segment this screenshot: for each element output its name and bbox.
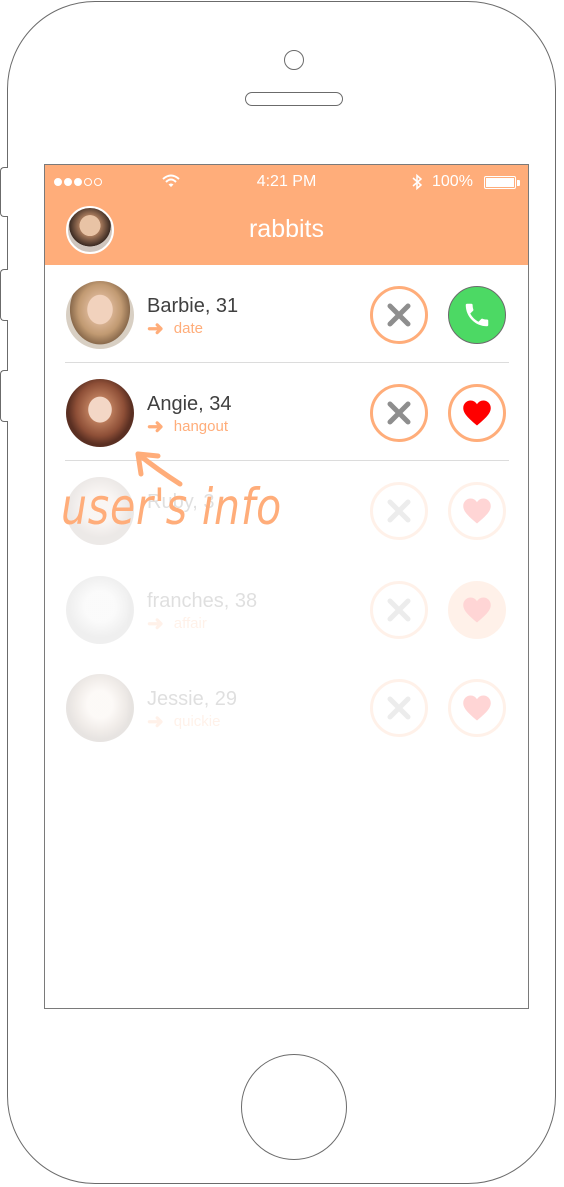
battery-icon [484,176,516,189]
avatar[interactable] [66,576,134,644]
close-icon [387,499,411,523]
bluetooth-icon [412,174,423,190]
list-item[interactable]: Jessie, 29 ➜ quickie [45,658,528,756]
battery-percent: 100% [432,173,473,190]
user-name: Angie, 34 [147,393,232,415]
close-icon [387,401,411,425]
app-screen: 4:21 PM 100% rabbits Barbie, 31 ➜ date An… [44,164,529,1009]
user-tag: ➜ affair [147,612,207,635]
arrow-right-icon: ➜ [147,415,164,438]
dismiss-button[interactable] [370,679,428,737]
close-icon [387,303,411,327]
heart-icon [463,400,491,426]
like-button[interactable] [448,482,506,540]
home-button[interactable] [241,1054,347,1160]
list-item[interactable]: franches, 38 ➜ affair [45,560,528,658]
close-icon [387,598,411,622]
call-button[interactable] [448,286,506,344]
status-bar: 4:21 PM 100% [45,173,528,193]
dismiss-button[interactable] [370,286,428,344]
arrow-right-icon: ➜ [147,710,164,733]
dismiss-button[interactable] [370,482,428,540]
arrow-right-icon: ➜ [147,317,164,340]
phone-icon [465,303,489,327]
user-name: Barbie, 31 [147,295,239,317]
user-tag: ➜ hangout [147,415,228,438]
annotation-label: user's info [61,478,283,536]
close-icon [387,696,411,720]
dismiss-button[interactable] [370,384,428,442]
avatar[interactable] [66,379,134,447]
page-title: rabbits [248,215,325,243]
volume-down-button[interactable] [0,370,8,422]
like-button[interactable] [448,384,506,442]
speaker-grille [245,92,343,106]
user-name: franches, 38 [147,590,258,612]
dismiss-button[interactable] [370,581,428,639]
avatar[interactable] [66,281,134,349]
mute-switch[interactable] [0,167,8,217]
like-button[interactable] [448,679,506,737]
arrow-right-icon: ➜ [147,612,164,635]
tag-label: date [173,320,203,337]
app-header: 4:21 PM 100% rabbits [45,165,528,265]
volume-up-button[interactable] [0,269,8,321]
tag-label: affair [173,615,207,632]
heart-icon [463,695,491,721]
like-button[interactable] [448,581,506,639]
list-item[interactable]: Barbie, 31 ➜ date [45,265,528,363]
front-camera [284,50,304,70]
user-tag: ➜ quickie [147,710,221,733]
user-name: Jessie, 29 [147,688,238,710]
heart-icon [463,498,491,524]
user-tag: ➜ date [147,317,203,340]
tag-label: hangout [173,418,228,435]
avatar[interactable] [66,674,134,742]
list-item[interactable]: Angie, 34 ➜ hangout [45,363,528,461]
heart-icon [463,597,491,623]
tag-label: quickie [173,713,221,730]
